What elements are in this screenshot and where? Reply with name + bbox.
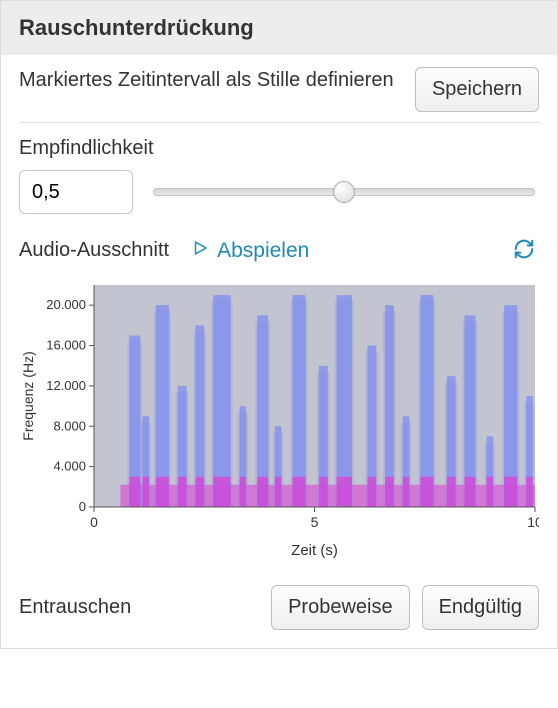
svg-text:0: 0 [79,499,86,514]
slider-thumb[interactable] [333,181,355,203]
silence-row: Markiertes Zeitintervall als Stille defi… [19,67,539,123]
svg-text:20.000: 20.000 [46,297,86,312]
svg-text:Frequenz (Hz): Frequenz (Hz) [20,351,36,440]
refresh-button[interactable] [509,236,539,265]
svg-text:8.000: 8.000 [53,418,86,433]
panel-header: Rauschunterdrückung [1,1,557,55]
sensitivity-section: Empfindlichkeit [19,123,539,214]
denoise-row: Entrauschen Probeweise Endgültig [19,585,539,630]
sensitivity-slider[interactable] [153,182,535,202]
play-label: Abspielen [217,239,309,263]
svg-text:0: 0 [90,514,98,530]
panel-title: Rauschunterdrückung [19,15,539,41]
denoise-trial-button[interactable]: Probeweise [271,585,410,630]
play-button[interactable]: Abspielen [187,237,313,265]
panel-body: Markiertes Zeitintervall als Stille defi… [1,55,557,648]
svg-text:5: 5 [311,514,319,530]
play-icon [191,239,209,263]
noise-reduction-panel: Rauschunterdrückung Markiertes Zeitinter… [0,0,558,649]
sensitivity-slider-wrap [153,182,539,202]
sensitivity-controls [19,170,539,214]
svg-text:10: 10 [527,514,539,530]
save-silence-button[interactable]: Speichern [415,67,539,112]
svg-text:16.000: 16.000 [46,338,86,353]
audio-row: Audio-Ausschnitt Abspielen [19,236,539,265]
sensitivity-input[interactable] [19,170,133,214]
silence-label: Markiertes Zeitintervall als Stille defi… [19,67,403,93]
denoise-final-button[interactable]: Endgültig [422,585,539,630]
sensitivity-label: Empfindlichkeit [19,137,539,160]
audio-section-label: Audio-Ausschnitt [19,239,169,262]
spectrogram-chart: 0 4.000 8.000 12.000 16.000 20.000 Frequenz (H… [19,283,539,563]
svg-text:12.000: 12.000 [46,378,86,393]
svg-text:Zeit (s): Zeit (s) [291,542,338,559]
denoise-label: Entrauschen [19,596,131,619]
svg-text:4.000: 4.000 [53,459,86,474]
refresh-icon [513,248,535,263]
